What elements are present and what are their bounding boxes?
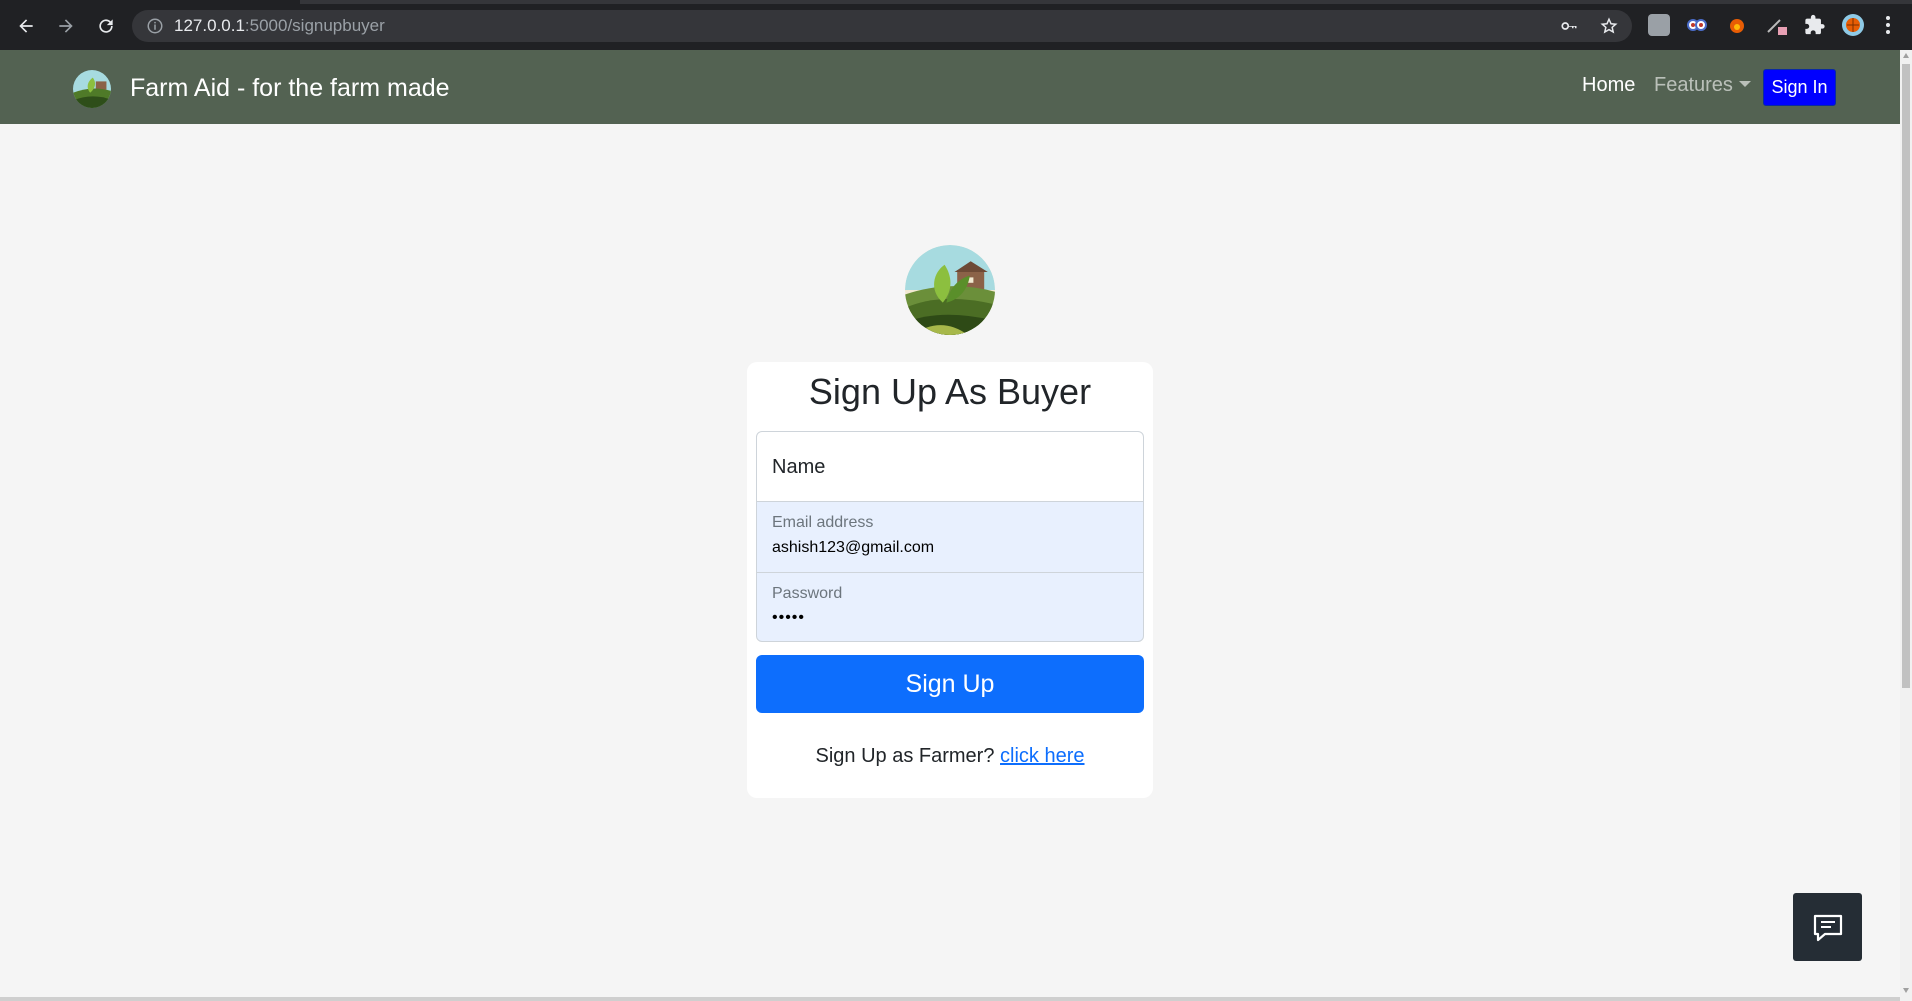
url-path: :5000/signupbuyer: [244, 16, 385, 35]
name-field[interactable]: Name: [756, 431, 1144, 502]
email-value: ashish123@gmail.com: [772, 539, 935, 556]
address-bar[interactable]: 127.0.0.1:5000/signupbuyer: [132, 10, 1632, 42]
extension-fire-icon[interactable]: [1726, 14, 1748, 36]
url-text: 127.0.0.1:5000/signupbuyer: [174, 17, 385, 35]
extension-eyes-icon[interactable]: [1686, 14, 1708, 36]
bookmark-star-icon[interactable]: [1600, 17, 1618, 35]
profile-avatar-icon[interactable]: [1842, 14, 1864, 36]
scroll-down-arrow-icon[interactable]: [1903, 988, 1909, 993]
extension-pencil-icon[interactable]: [1766, 14, 1788, 36]
browser-toolbar: 127.0.0.1:5000/signupbuyer: [0, 0, 1912, 50]
active-tab[interactable]: [0, 0, 300, 4]
signup-card: Sign Up As Buyer Name Email address ashi…: [747, 362, 1153, 798]
bottom-edge: [0, 997, 1900, 1001]
extensions-puzzle-icon[interactable]: [1804, 14, 1826, 36]
forward-icon[interactable]: [54, 14, 78, 38]
chat-widget-button[interactable]: [1793, 893, 1862, 961]
tab-strip: [0, 0, 1912, 4]
password-field[interactable]: Password •••••: [756, 572, 1144, 642]
scroll-up-arrow-icon[interactable]: [1903, 53, 1909, 58]
extension-icon[interactable]: [1648, 14, 1670, 36]
nav-features-dropdown[interactable]: Features: [1654, 74, 1751, 97]
nav-features-label: Features: [1654, 74, 1733, 96]
url-host: 127.0.0.1: [174, 16, 245, 35]
back-icon[interactable]: [14, 14, 38, 38]
password-label: Password: [772, 585, 843, 602]
farmer-signup-link[interactable]: click here: [1000, 745, 1084, 767]
brand-logo[interactable]: [73, 70, 111, 108]
scroll-thumb[interactable]: [1902, 64, 1910, 688]
chat-icon: [1813, 914, 1842, 942]
sign-in-button[interactable]: Sign In: [1763, 69, 1836, 106]
nav-home-link[interactable]: Home: [1582, 74, 1635, 97]
site-navbar: Farm Aid - for the farm made Home Featur…: [0, 50, 1900, 124]
site-info-icon[interactable]: [146, 17, 164, 35]
page-scrollbar[interactable]: [1900, 50, 1912, 1001]
reload-icon[interactable]: [94, 14, 118, 38]
caret-down-icon: [1738, 81, 1751, 87]
page-title: Sign Up As Buyer: [808, 371, 1092, 412]
email-field[interactable]: Email address ashish123@gmail.com: [756, 501, 1144, 573]
password-value: •••••: [772, 609, 806, 626]
farmer-signup-line: Sign Up as Farmer? click here: [747, 745, 1153, 768]
email-label: Email address: [772, 514, 874, 531]
farmer-prompt: Sign Up as Farmer?: [815, 745, 995, 767]
brand-name[interactable]: Farm Aid - for the farm made: [130, 74, 450, 103]
key-icon[interactable]: [1560, 17, 1578, 35]
browser-menu-icon[interactable]: [1884, 14, 1892, 36]
name-placeholder: Name: [772, 456, 826, 478]
farm-logo: [905, 245, 995, 335]
sign-up-button[interactable]: Sign Up: [756, 655, 1144, 713]
